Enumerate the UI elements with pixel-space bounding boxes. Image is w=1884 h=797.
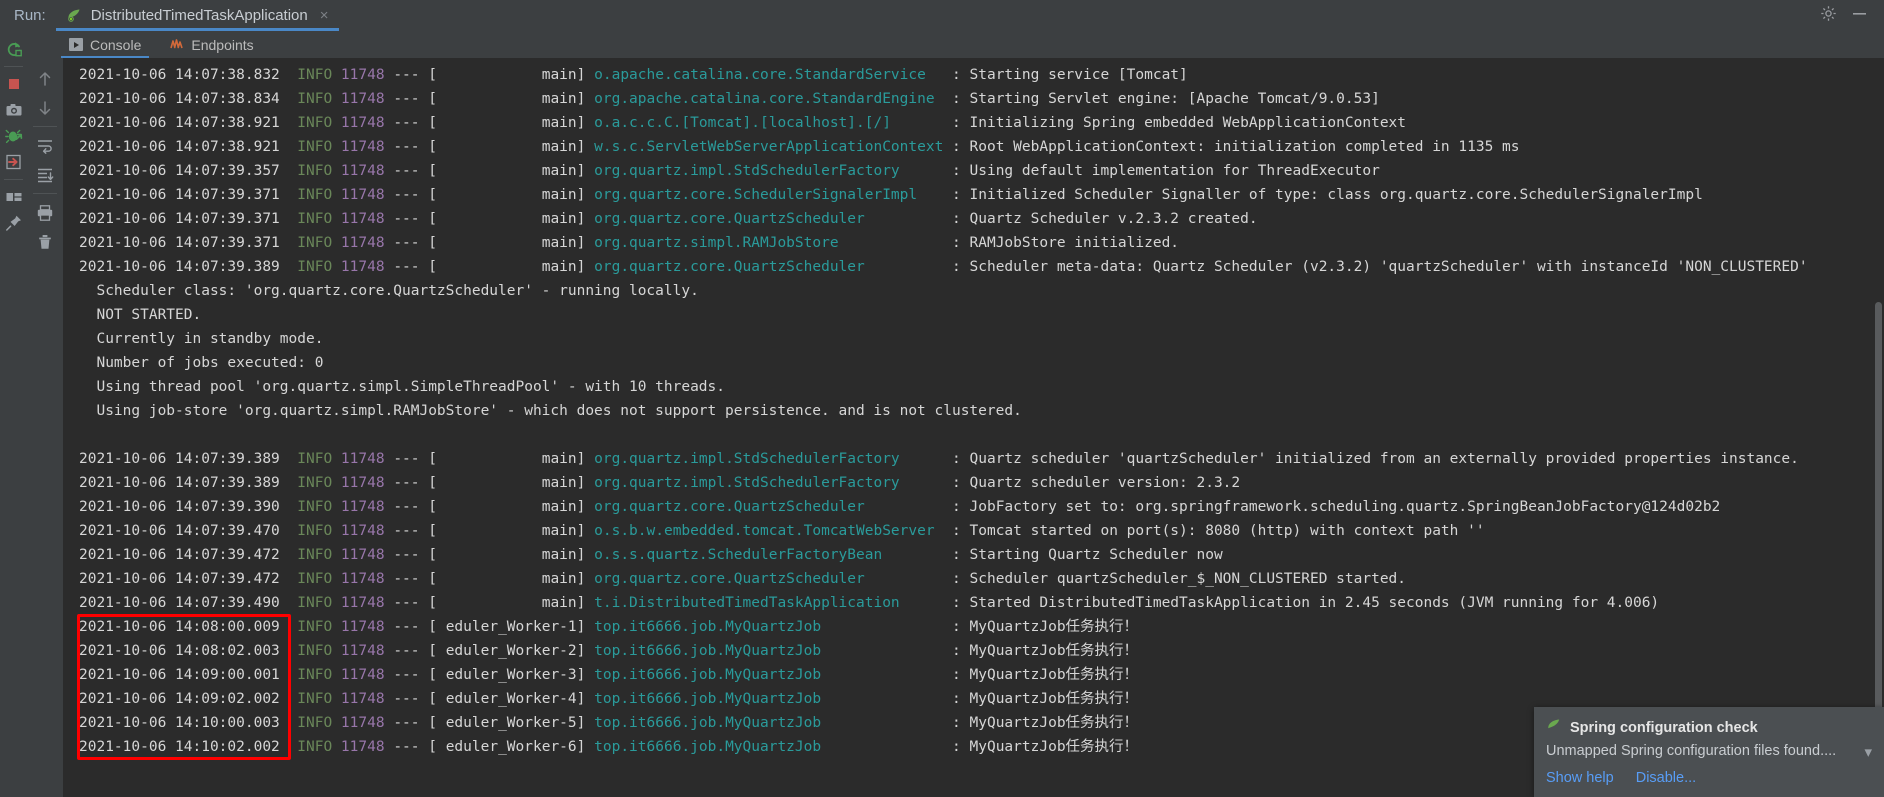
- show-help-link[interactable]: Show help: [1546, 770, 1614, 786]
- ide-run-tool-window: Run: DistributedTimedTaskApplication × C…: [0, 0, 1884, 797]
- titlebar-actions: [1820, 0, 1884, 31]
- tab-endpoints[interactable]: Endpoints: [155, 31, 267, 58]
- console-text-line: Using thread pool 'org.quartz.simpl.Simp…: [79, 379, 726, 395]
- disable-link[interactable]: Disable...: [1636, 770, 1696, 786]
- minimize-icon[interactable]: [1851, 5, 1868, 27]
- console-log-line: 2021-10-06 14:07:39.472 INFO 11748 --- […: [79, 571, 1407, 587]
- soft-wrap-icon[interactable]: [27, 131, 63, 160]
- debug-bug-icon[interactable]: [0, 123, 27, 149]
- console-scrollbar[interactable]: [1872, 58, 1884, 797]
- spring-boot-icon: [66, 7, 83, 24]
- console-log-line: 2021-10-06 14:08:02.003 INFO 11748 --- […: [79, 643, 1139, 659]
- console-log-line: 2021-10-06 14:07:38.834 INFO 11748 --- […: [79, 91, 1380, 107]
- console-panel: Console Endpoints 2021-10-06 14:07:38.83…: [27, 31, 1884, 797]
- notification-actions: Show help Disable...: [1546, 770, 1872, 786]
- console-log-line: 2021-10-06 14:08:00.009 INFO 11748 --- […: [79, 619, 1139, 635]
- console-log-line: 2021-10-06 14:07:39.371 INFO 11748 --- […: [79, 187, 1703, 203]
- down-arrow-icon[interactable]: [27, 93, 63, 122]
- console-log-line: 2021-10-06 14:07:39.371 INFO 11748 --- […: [79, 211, 1258, 227]
- console-rail-divider: [33, 126, 57, 127]
- notification-body: Unmapped Spring configuration files foun…: [1546, 743, 1837, 759]
- console-log-line: 2021-10-06 14:09:00.001 INFO 11748 --- […: [79, 667, 1139, 683]
- console-text-line: [63, 423, 1884, 447]
- notification-title: Spring configuration check: [1570, 719, 1758, 736]
- notification-body-row: Unmapped Spring configuration files foun…: [1546, 743, 1872, 761]
- console-actions-rail: [27, 58, 63, 797]
- console-log-line: 2021-10-06 14:07:39.390 INFO 11748 --- […: [79, 499, 1721, 515]
- rail-divider-2: [4, 179, 23, 180]
- run-label: Run:: [14, 7, 46, 24]
- close-icon[interactable]: ×: [320, 7, 329, 24]
- console-icon: [69, 38, 83, 51]
- tab-endpoints-label: Endpoints: [191, 36, 254, 53]
- console-text-line: Currently in standby mode.: [79, 331, 324, 347]
- console-log-line: 2021-10-06 14:07:39.371 INFO 11748 --- […: [79, 235, 1180, 251]
- console-tabs: Console Endpoints: [27, 31, 1884, 58]
- rerun-icon[interactable]: [0, 36, 27, 62]
- scroll-to-end-icon[interactable]: [27, 160, 63, 189]
- trash-icon[interactable]: [27, 227, 63, 256]
- chevron-down-icon[interactable]: ▾: [1864, 743, 1872, 761]
- notification-balloon[interactable]: Spring configuration check Unmapped Spri…: [1534, 707, 1884, 797]
- console-text-line: NOT STARTED.: [79, 307, 202, 323]
- console-output[interactable]: 2021-10-06 14:07:38.832 INFO 11748 --- […: [63, 58, 1884, 797]
- console-log-line: 2021-10-06 14:07:39.490 INFO 11748 --- […: [79, 595, 1660, 611]
- run-tab-title: DistributedTimedTaskApplication: [90, 7, 308, 24]
- console-log-line: 2021-10-06 14:07:38.921 INFO 11748 --- […: [79, 139, 1520, 155]
- console-log-line: 2021-10-06 14:07:39.389 INFO 11748 --- […: [79, 259, 1808, 275]
- tab-console[interactable]: Console: [55, 31, 155, 58]
- tab-console-label: Console: [90, 36, 142, 53]
- layout-icon[interactable]: [0, 184, 27, 210]
- console-log-line: 2021-10-06 14:07:39.389 INFO 11748 --- […: [79, 451, 1799, 467]
- console-text-line: Scheduler class: 'org.quartz.core.Quartz…: [79, 283, 699, 299]
- pin-icon[interactable]: [0, 210, 27, 236]
- up-arrow-icon[interactable]: [27, 64, 63, 93]
- rail-divider: [4, 66, 23, 67]
- console-log-line: 2021-10-06 14:07:39.470 INFO 11748 --- […: [79, 523, 1485, 539]
- run-actions-rail: [0, 31, 27, 797]
- console-text-line: Using job-store 'org.quartz.simpl.RAMJob…: [79, 403, 1022, 419]
- run-body: Console Endpoints 2021-10-06 14:07:38.83…: [0, 31, 1884, 797]
- print-icon[interactable]: [27, 198, 63, 227]
- run-titlebar: Run: DistributedTimedTaskApplication ×: [0, 0, 1884, 31]
- console-area: 2021-10-06 14:07:38.832 INFO 11748 --- […: [27, 58, 1884, 797]
- camera-icon[interactable]: [0, 97, 27, 123]
- console-log-lines: 2021-10-06 14:07:38.832 INFO 11748 --- […: [63, 63, 1884, 759]
- endpoints-icon: [169, 36, 184, 53]
- run-configuration-tab[interactable]: DistributedTimedTaskApplication ×: [55, 0, 339, 31]
- stop-icon[interactable]: [0, 71, 27, 97]
- exit-icon[interactable]: [0, 149, 27, 175]
- gear-icon[interactable]: [1820, 5, 1837, 27]
- console-log-line: 2021-10-06 14:07:39.472 INFO 11748 --- […: [79, 547, 1223, 563]
- console-log-line: 2021-10-06 14:07:39.389 INFO 11748 --- […: [79, 475, 1241, 491]
- console-log-line: 2021-10-06 14:07:38.921 INFO 11748 --- […: [79, 115, 1407, 131]
- console-rail-divider-2: [33, 193, 57, 194]
- spring-leaf-icon: [1546, 717, 1562, 738]
- notification-header: Spring configuration check: [1546, 717, 1872, 738]
- console-log-line: 2021-10-06 14:07:38.832 INFO 11748 --- […: [79, 67, 1188, 83]
- console-text-line: Number of jobs executed: 0: [79, 355, 324, 371]
- console-log-line: 2021-10-06 14:07:39.357 INFO 11748 --- […: [79, 163, 1380, 179]
